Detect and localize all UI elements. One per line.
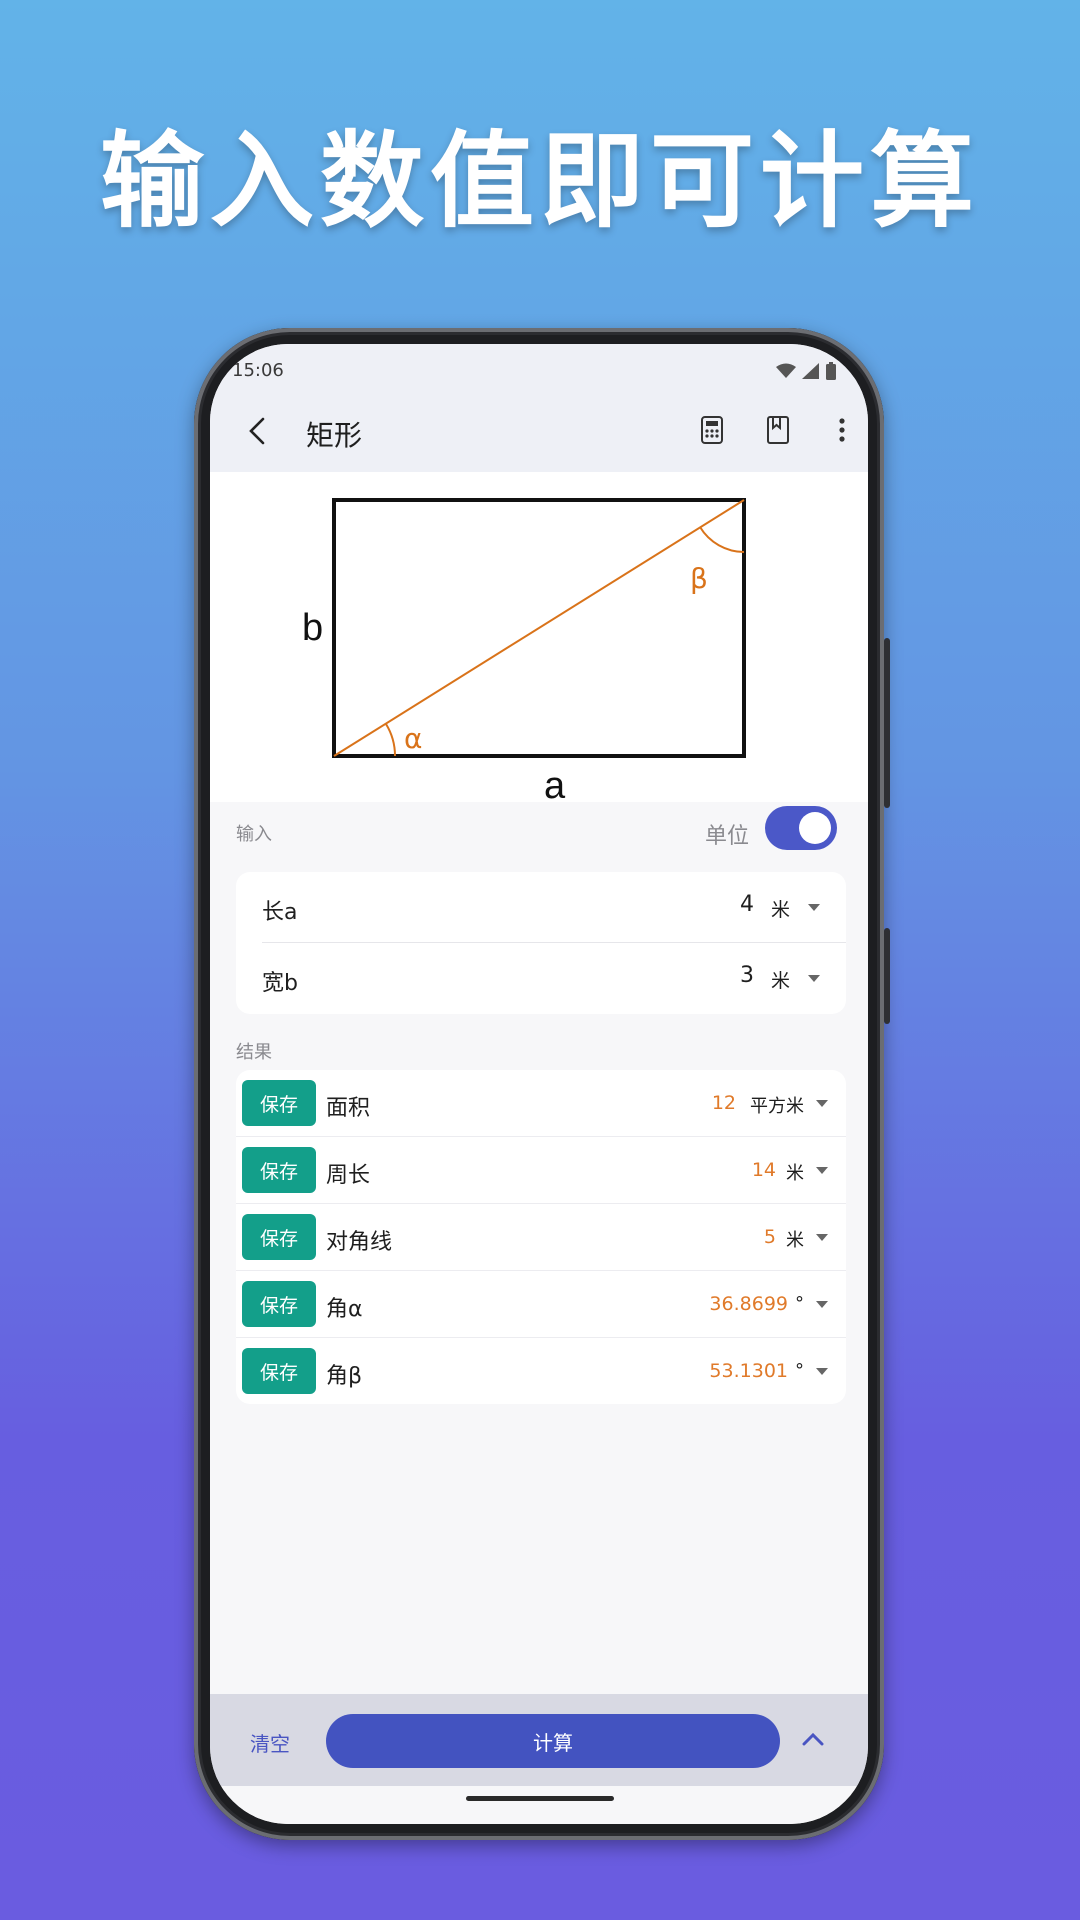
page-title: 矩形 — [306, 419, 363, 452]
result-card: 保存 面积 12 平方米 保存 周长 14 米 保存 对角线 5 米 保存 角α… — [236, 1070, 846, 1404]
save-button[interactable]: 保存 — [242, 1281, 316, 1327]
bookmark-icon[interactable] — [760, 412, 796, 448]
result-value: 14 — [751, 1159, 776, 1181]
calculate-button[interactable]: 计算 — [326, 1714, 780, 1768]
input-value[interactable]: 4 — [740, 892, 754, 917]
unit-select[interactable]: 平方米 — [750, 1092, 804, 1118]
app-bar: 矩形 — [210, 390, 868, 472]
calculator-icon[interactable] — [694, 412, 730, 448]
save-button[interactable]: 保存 — [242, 1214, 316, 1260]
input-section-label: 输入 — [236, 824, 272, 845]
result-value: 5 — [763, 1226, 776, 1248]
result-row-perimeter: 保存 周长 14 米 — [236, 1137, 846, 1204]
result-value: 12 — [711, 1092, 736, 1114]
chevron-up-icon[interactable] — [802, 1728, 824, 1750]
label-beta: β — [690, 562, 708, 595]
result-value: 53.1301 — [709, 1360, 788, 1382]
result-label: 角β — [326, 1364, 363, 1389]
result-section-label: 结果 — [236, 1042, 272, 1063]
result-label: 面积 — [326, 1096, 371, 1121]
result-row-area: 保存 面积 12 平方米 — [236, 1070, 846, 1137]
input-label: 长a — [262, 900, 298, 925]
label-alpha: α — [404, 722, 422, 755]
result-label: 对角线 — [326, 1230, 393, 1255]
app-screen: 15:06 矩形 b a α β 输入 单位 长a 4 米 宽b 3 米 结果 … — [210, 344, 868, 1824]
dropdown-arrow-icon[interactable] — [816, 1167, 828, 1174]
home-indicator[interactable] — [466, 1796, 614, 1801]
phone-frame: 15:06 矩形 b a α β 输入 单位 长a 4 米 宽b 3 米 结果 … — [194, 328, 890, 1840]
unit-select[interactable]: ° — [795, 1293, 804, 1314]
result-row-angle-beta: 保存 角β 53.1301 ° — [236, 1338, 846, 1404]
more-vert-icon[interactable] — [824, 412, 860, 448]
unit-toggle[interactable] — [765, 806, 837, 850]
unit-toggle-label: 单位 — [705, 824, 750, 849]
back-icon[interactable] — [240, 414, 274, 448]
power-button — [884, 928, 890, 1024]
result-row-diagonal: 保存 对角线 5 米 — [236, 1204, 846, 1271]
save-button[interactable]: 保存 — [242, 1348, 316, 1394]
result-label: 周长 — [326, 1163, 371, 1188]
dropdown-arrow-icon[interactable] — [816, 1368, 828, 1375]
unit-select[interactable]: ° — [795, 1360, 804, 1381]
label-a: a — [544, 765, 566, 802]
dropdown-arrow-icon[interactable] — [816, 1301, 828, 1308]
signal-icon — [802, 363, 819, 379]
input-row-length[interactable]: 长a 4 米 — [236, 872, 846, 943]
result-value: 36.8699 — [709, 1293, 788, 1315]
result-row-angle-alpha: 保存 角α 36.8699 ° — [236, 1271, 846, 1338]
bottom-action-bar: 清空 计算 — [210, 1694, 868, 1786]
save-button[interactable]: 保存 — [242, 1080, 316, 1126]
unit-select[interactable]: 米 — [786, 1226, 804, 1252]
input-value[interactable]: 3 — [740, 963, 754, 988]
status-icons — [776, 362, 836, 380]
input-row-width[interactable]: 宽b 3 米 — [236, 943, 846, 1013]
status-time: 15:06 — [232, 360, 284, 381]
clear-button[interactable]: 清空 — [250, 1728, 290, 1757]
wifi-icon — [776, 363, 796, 378]
unit-select[interactable]: 米 — [771, 895, 790, 922]
unit-select[interactable]: 米 — [771, 966, 790, 993]
dropdown-arrow-icon[interactable] — [808, 975, 820, 982]
input-label: 宽b — [262, 971, 298, 996]
status-bar: 15:06 — [210, 344, 868, 390]
promo-headline: 输入数值即可计算 — [99, 120, 980, 242]
dropdown-arrow-icon[interactable] — [808, 904, 820, 911]
rectangle-diagram: b a α β — [210, 472, 868, 807]
unit-select[interactable]: 米 — [786, 1159, 804, 1185]
volume-button — [884, 638, 890, 808]
battery-icon — [826, 362, 836, 380]
result-label: 角α — [326, 1297, 363, 1322]
toggle-knob — [799, 812, 831, 844]
input-card: 长a 4 米 宽b 3 米 — [236, 872, 846, 1014]
dropdown-arrow-icon[interactable] — [816, 1234, 828, 1241]
save-button[interactable]: 保存 — [242, 1147, 316, 1193]
gesture-nav-area — [210, 1786, 868, 1824]
label-b: b — [302, 607, 323, 649]
dropdown-arrow-icon[interactable] — [816, 1100, 828, 1107]
